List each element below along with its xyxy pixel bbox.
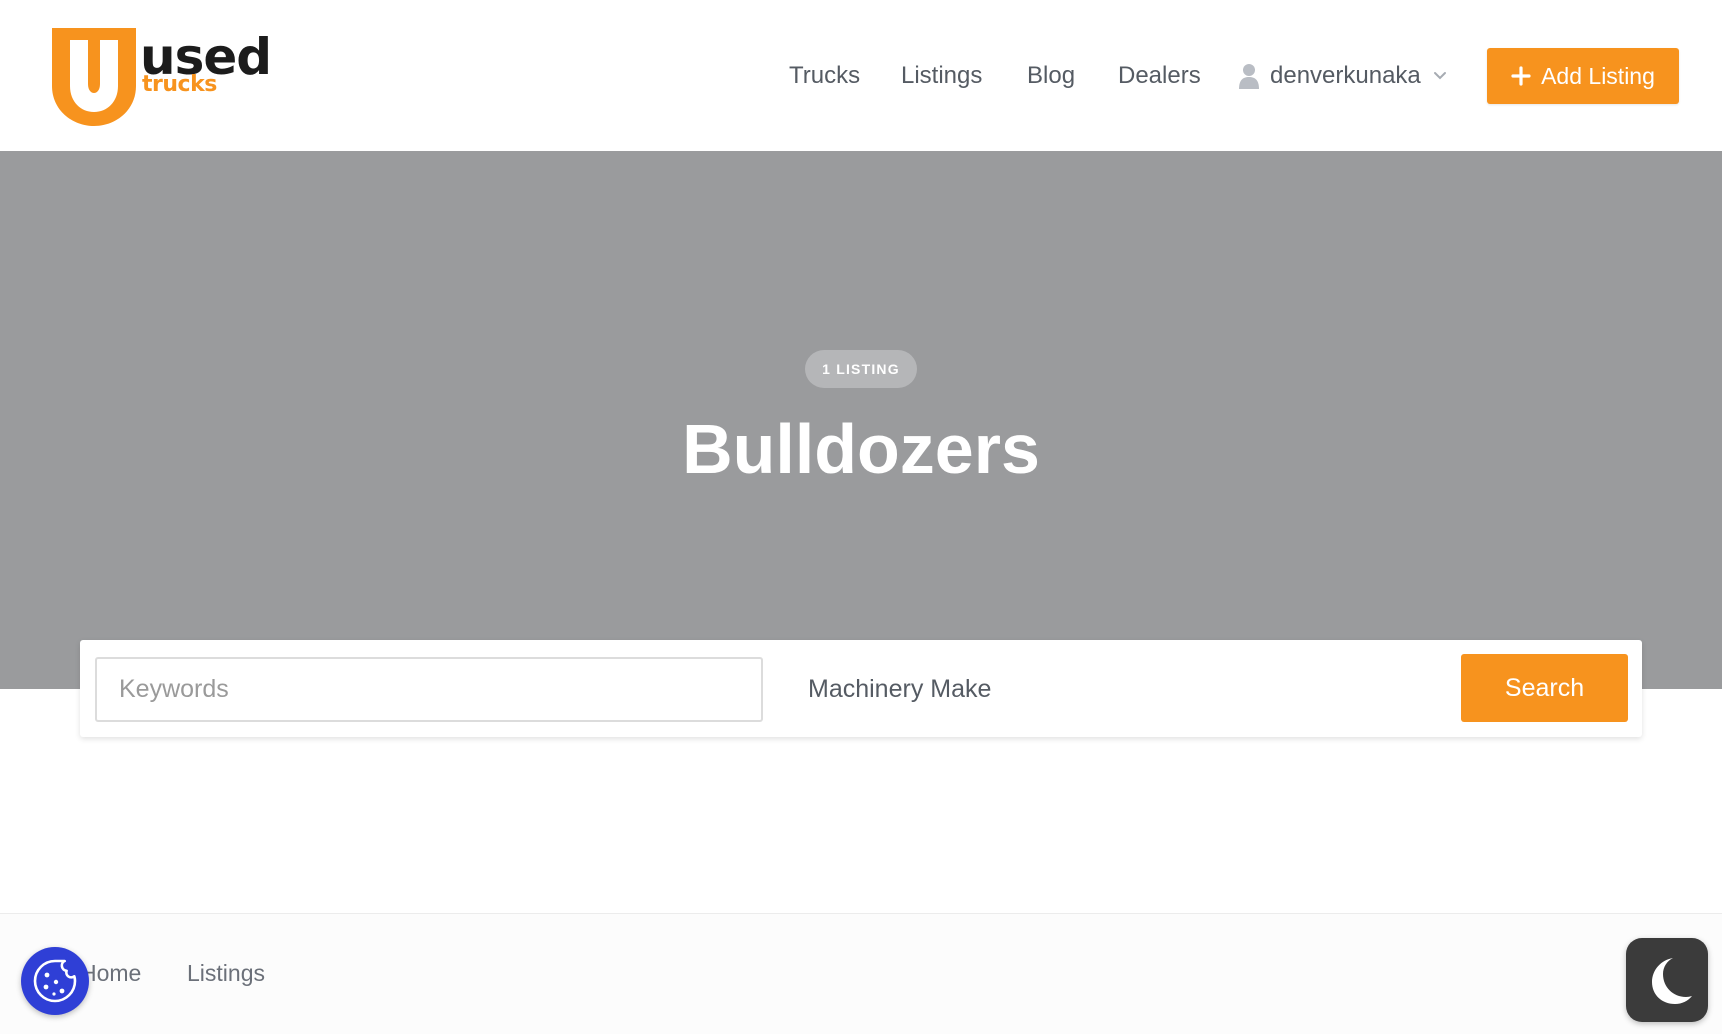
plus-icon [1511, 66, 1531, 86]
dark-mode-toggle[interactable] [1626, 938, 1708, 1022]
logo-word-trucks: trucks [142, 72, 217, 97]
search-bar: Machinery Make Search [80, 640, 1642, 737]
logo-shield-icon [52, 28, 136, 126]
search-button[interactable]: Search [1461, 654, 1628, 722]
page-title: Bulldozers [682, 410, 1040, 488]
nav-blog[interactable]: Blog [1027, 62, 1075, 90]
user-icon [1239, 64, 1259, 89]
keywords-input[interactable] [95, 657, 763, 722]
cookie-icon [33, 959, 77, 1003]
site-header: used trucks Trucks Listings Blog Dealers… [0, 0, 1722, 151]
chevron-down-icon [1433, 72, 1446, 80]
add-listing-label: Add Listing [1541, 62, 1655, 89]
nav-trucks[interactable]: Trucks [789, 62, 860, 90]
cookie-settings-button[interactable] [21, 947, 89, 1015]
nav-dealers[interactable]: Dealers [1118, 62, 1201, 90]
machinery-make-select[interactable]: Machinery Make [786, 657, 1522, 722]
breadcrumb-listings[interactable]: Listings [187, 960, 265, 987]
site-logo[interactable]: used trucks [50, 26, 272, 128]
listing-count-badge: 1 LISTING [805, 350, 917, 388]
machinery-make-value: Machinery Make [808, 675, 992, 703]
user-menu[interactable]: denverkunaka [1238, 59, 1447, 93]
nav-listings[interactable]: Listings [901, 62, 982, 90]
breadcrumb-home[interactable]: Home [80, 960, 141, 987]
user-name: denverkunaka [1270, 62, 1421, 89]
moon-icon [1652, 958, 1692, 1004]
add-listing-button[interactable]: Add Listing [1487, 48, 1679, 104]
